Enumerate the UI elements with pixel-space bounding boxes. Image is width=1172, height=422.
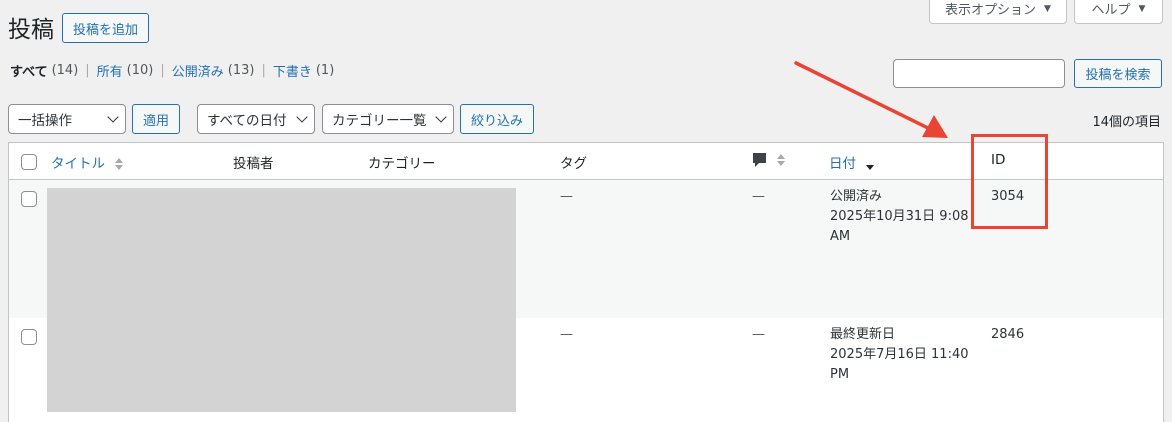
category-filter-value: カテゴリー一覧 bbox=[332, 113, 427, 129]
screen-options-button[interactable]: 表示オプション ▼ bbox=[929, 0, 1067, 24]
help-label: ヘルプ bbox=[1091, 3, 1131, 18]
view-drafts-count: (1) bbox=[315, 63, 335, 78]
help-button[interactable]: ヘルプ ▼ bbox=[1074, 0, 1163, 24]
redacted-title-block bbox=[47, 318, 516, 412]
filter-button[interactable]: 絞り込み bbox=[460, 104, 534, 134]
column-date-header[interactable]: 日付 bbox=[829, 152, 875, 172]
column-title-header[interactable]: タイトル bbox=[51, 152, 124, 172]
sort-icon bbox=[115, 158, 124, 170]
screen-options-label: 表示オプション bbox=[945, 3, 1037, 18]
select-all-checkbox[interactable] bbox=[21, 154, 37, 170]
date-filter-select[interactable]: すべての日付 bbox=[197, 104, 315, 134]
sort-desc-icon bbox=[866, 158, 875, 170]
apply-button[interactable]: 適用 bbox=[132, 104, 180, 134]
row-date: 公開済み 2025年10月31日 9:08 AM bbox=[830, 187, 969, 247]
search-posts-button[interactable]: 投稿を検索 bbox=[1074, 59, 1162, 88]
redacted-title-block bbox=[47, 188, 516, 318]
chevron-down-icon bbox=[435, 110, 447, 123]
separator: | bbox=[261, 63, 266, 78]
view-published-count: (13) bbox=[227, 63, 255, 78]
row-status: 公開済み bbox=[830, 189, 883, 204]
items-count: 14個の項目 bbox=[1092, 115, 1161, 130]
page-title: 投稿 bbox=[8, 17, 54, 43]
table-row: — — 最終更新日 2025年7月16日 11:40 PM 2846 bbox=[9, 318, 1163, 422]
view-drafts-link[interactable]: 下書き bbox=[273, 61, 312, 80]
separator: | bbox=[160, 63, 165, 78]
column-tags-header: タグ bbox=[560, 156, 587, 172]
row-date-line2: AM bbox=[830, 229, 851, 244]
row-comments: — bbox=[752, 189, 765, 204]
view-published-link[interactable]: 公開済み bbox=[172, 61, 224, 80]
sort-icon bbox=[777, 154, 786, 166]
row-date-line1: 2025年7月16日 11:40 bbox=[830, 347, 969, 362]
row-tags: — bbox=[560, 189, 573, 204]
column-title-label: タイトル bbox=[51, 156, 105, 172]
date-filter-value: すべての日付 bbox=[207, 113, 287, 129]
bulk-action-value: 一括操作 bbox=[18, 113, 72, 129]
column-categories-header: カテゴリー bbox=[368, 156, 436, 172]
row-checkbox[interactable] bbox=[21, 191, 37, 207]
chevron-down-icon bbox=[296, 110, 308, 123]
column-comments-header[interactable] bbox=[752, 152, 786, 168]
column-author-header: 投稿者 bbox=[233, 156, 274, 172]
row-checkbox[interactable] bbox=[21, 329, 37, 345]
comment-bubble-icon bbox=[753, 153, 766, 167]
column-date-label: 日付 bbox=[829, 156, 856, 172]
row-date: 最終更新日 2025年7月16日 11:40 PM bbox=[830, 325, 969, 385]
row-tags: — bbox=[560, 327, 573, 342]
view-all-count: (14) bbox=[51, 63, 79, 78]
view-mine-count: (10) bbox=[126, 63, 154, 78]
category-filter-select[interactable]: カテゴリー一覧 bbox=[322, 104, 454, 134]
bulk-action-select[interactable]: 一括操作 bbox=[8, 104, 126, 134]
row-comments: — bbox=[752, 327, 765, 342]
row-date-line2: PM bbox=[830, 367, 850, 382]
view-mine-link[interactable]: 所有 bbox=[97, 61, 123, 80]
view-all-link[interactable]: すべて bbox=[10, 61, 48, 80]
row-id: 2846 bbox=[991, 327, 1025, 342]
add-new-post-button[interactable]: 投稿を追加 bbox=[62, 13, 149, 43]
chevron-down-icon bbox=[107, 110, 119, 123]
caret-down-icon: ▼ bbox=[1044, 3, 1051, 14]
caret-down-icon: ▼ bbox=[1138, 3, 1146, 14]
separator: | bbox=[85, 63, 90, 78]
row-status: 最終更新日 bbox=[830, 327, 896, 342]
search-input[interactable] bbox=[893, 59, 1065, 88]
annotation-highlight-box bbox=[971, 134, 1048, 229]
row-date-line1: 2025年10月31日 9:08 bbox=[830, 209, 969, 224]
view-filters: すべて (14) | 所有 (10) | 公開済み (13) | 下書き (1) bbox=[10, 61, 334, 80]
